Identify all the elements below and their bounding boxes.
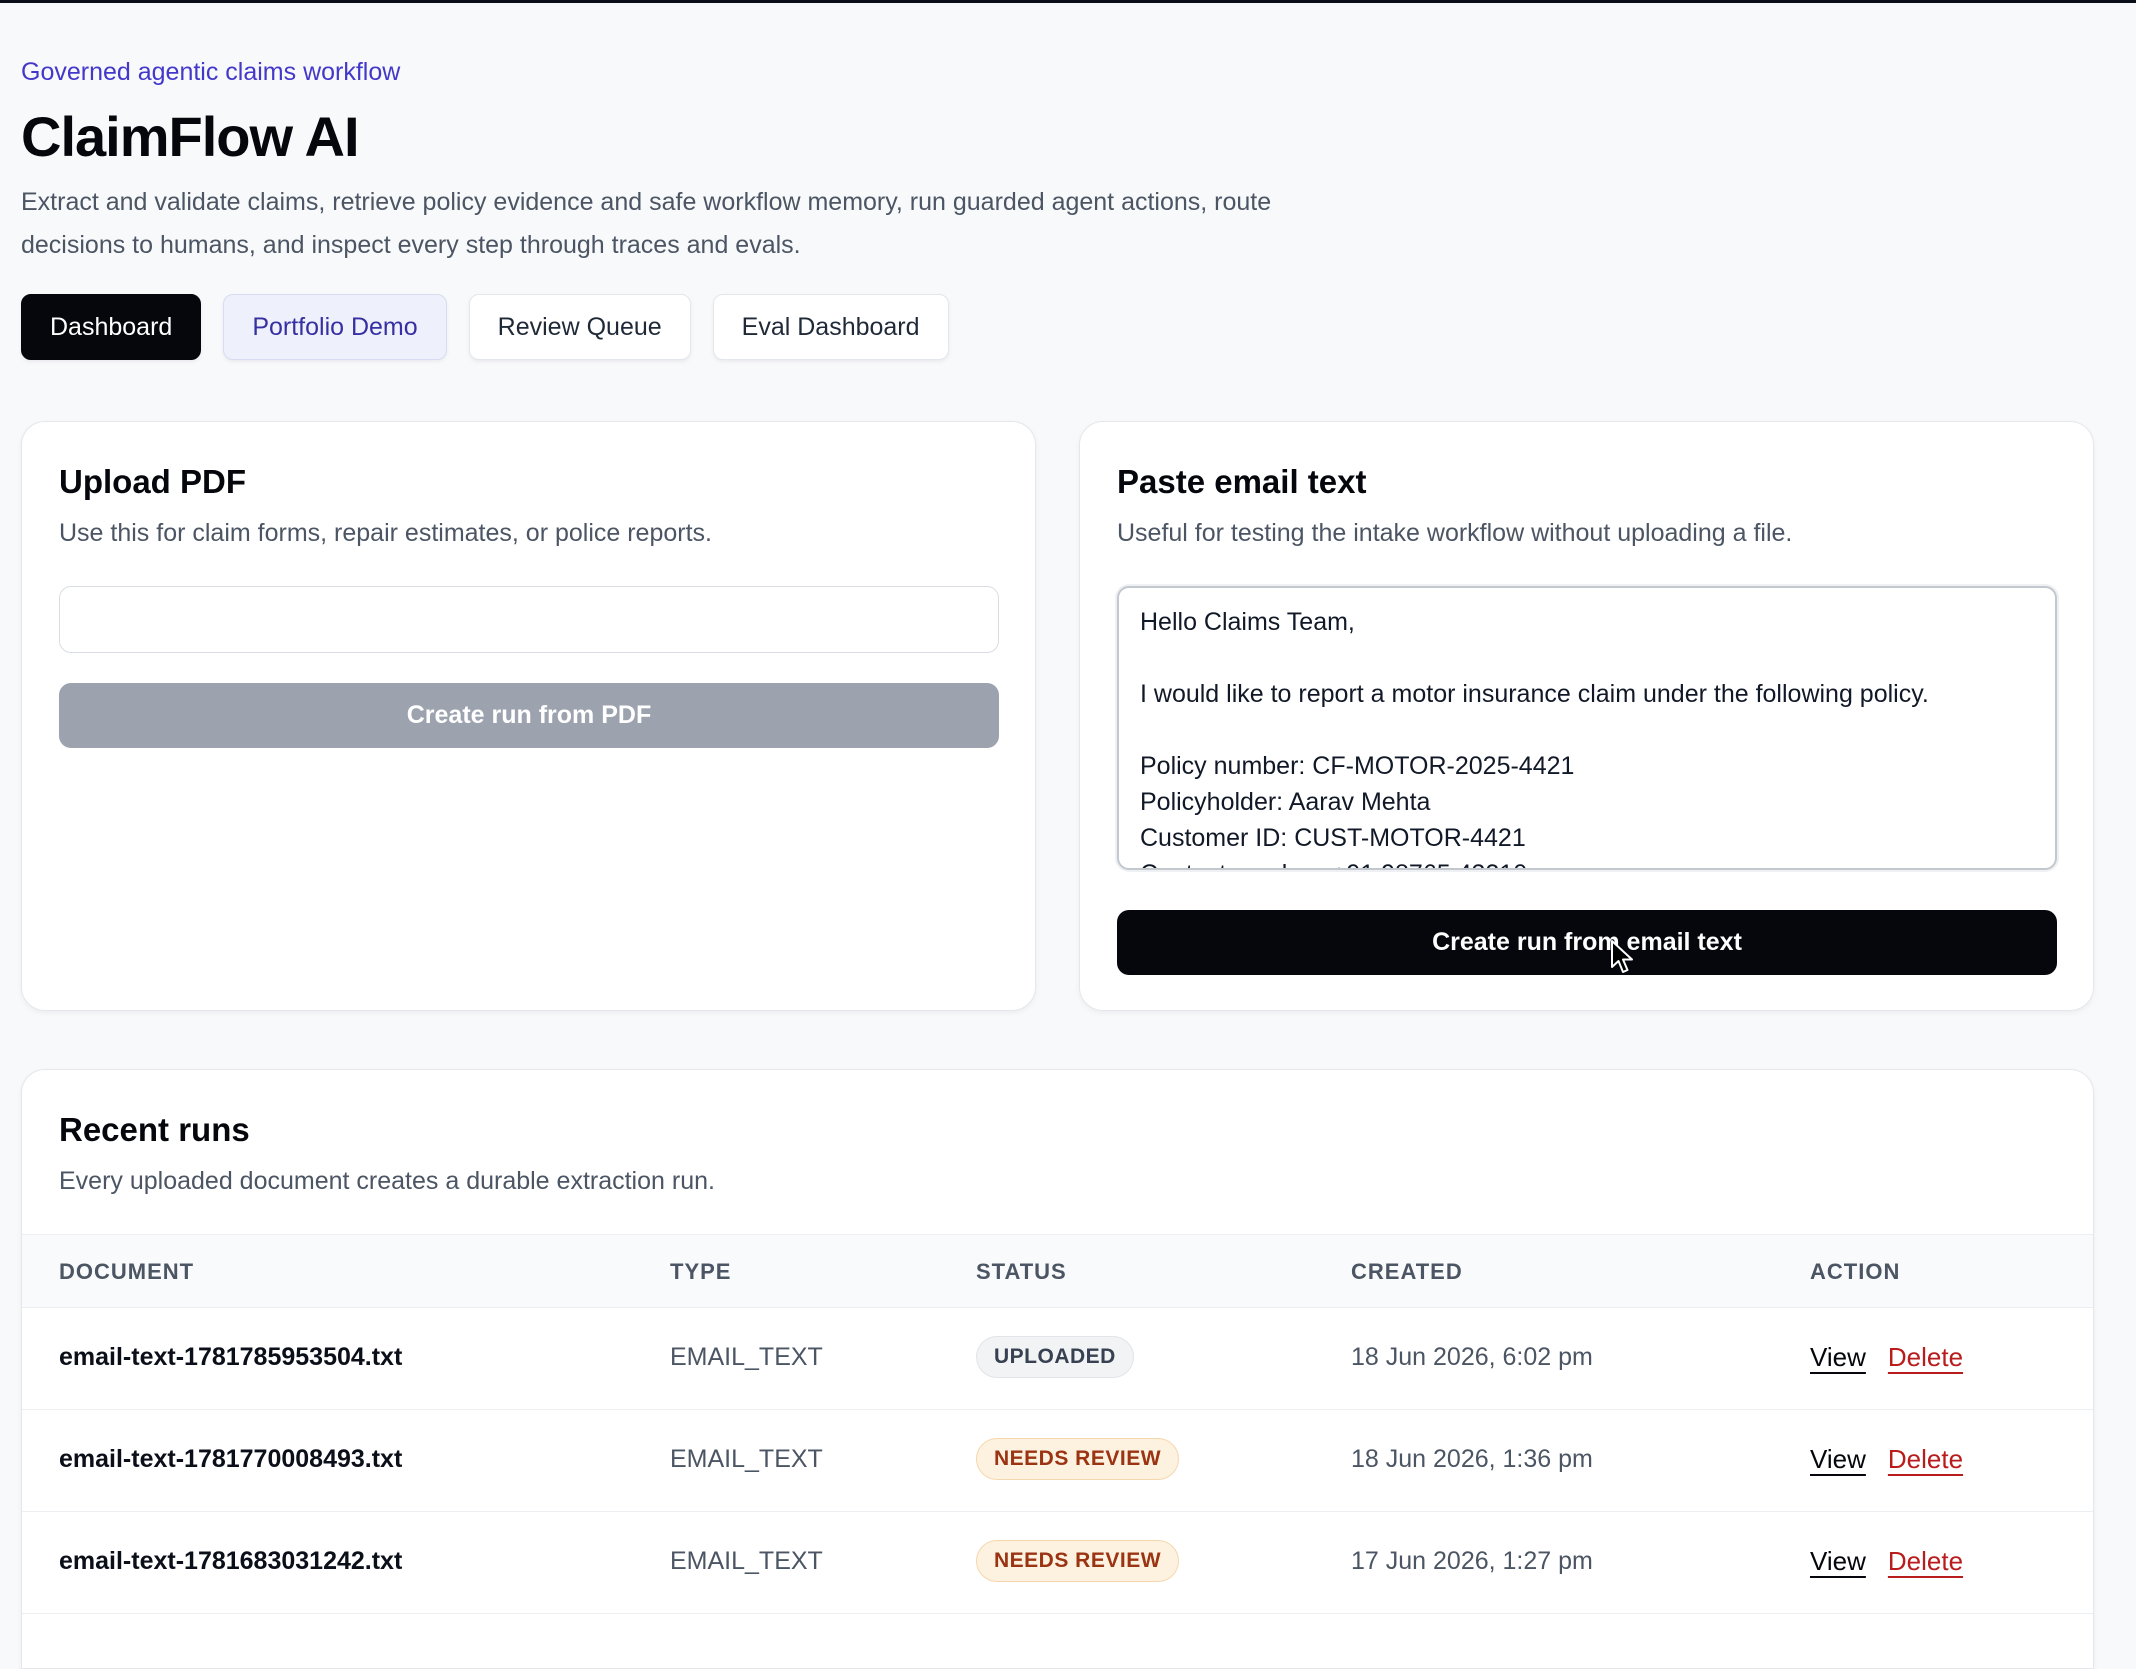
status-badge: UPLOADED [976, 1336, 1134, 1378]
create-run-from-pdf-button[interactable]: Create run from PDF [59, 683, 999, 748]
table-header: DOCUMENT TYPE STATUS CREATED ACTION [22, 1234, 2093, 1308]
column-header-type: TYPE [670, 1259, 732, 1284]
eyebrow-label: Governed agentic claims workflow [21, 58, 401, 86]
paste-email-subtitle: Useful for testing the intake workflow w… [1117, 519, 1793, 547]
pdf-file-input[interactable] [59, 586, 999, 653]
table-row: email-text-1781785953504.txt EMAIL_TEXT … [22, 1307, 2093, 1410]
view-link[interactable]: View [1810, 1444, 1866, 1475]
mouse-pointer-icon [1611, 940, 1633, 973]
tab-portfolio-demo[interactable]: Portfolio Demo [223, 294, 447, 360]
status-cell: NEEDS REVIEW [976, 1409, 1180, 1509]
delete-link[interactable]: Delete [1888, 1444, 1963, 1475]
status-cell: NEEDS REVIEW [976, 1511, 1180, 1611]
table-row: email-text-1781770008493.txt EMAIL_TEXT … [22, 1409, 2093, 1512]
main-nav: Dashboard Portfolio Demo Review Queue Ev… [21, 294, 949, 360]
column-header-document: DOCUMENT [59, 1259, 195, 1284]
created-date: 18 Jun 2026, 6:02 pm [1351, 1342, 1593, 1371]
delete-link[interactable]: Delete [1888, 1342, 1963, 1373]
document-name: email-text-1781785953504.txt [59, 1342, 403, 1371]
document-name: email-text-1781770008493.txt [59, 1444, 403, 1473]
upload-pdf-card: Upload PDF Use this for claim forms, rep… [21, 421, 1036, 1011]
row-actions: View Delete [1810, 1307, 1985, 1407]
email-textarea[interactable]: Hello Claims Team, I would like to repor… [1117, 586, 2057, 870]
recent-runs-subtitle: Every uploaded document creates a durabl… [59, 1167, 715, 1195]
app-description: Extract and validate claims, retrieve po… [21, 188, 1272, 259]
row-actions: View Delete [1810, 1511, 1985, 1611]
status-badge: NEEDS REVIEW [976, 1438, 1180, 1480]
column-header-created: CREATED [1351, 1259, 1463, 1284]
document-type: EMAIL_TEXT [670, 1444, 823, 1473]
recent-runs-card: Recent runs Every uploaded document crea… [21, 1069, 2094, 1669]
recent-runs-title: Recent runs [59, 1111, 250, 1148]
document-type: EMAIL_TEXT [670, 1546, 823, 1575]
paste-email-title: Paste email text [1117, 463, 1367, 500]
app-title: ClaimFlow AI [21, 105, 360, 168]
row-actions: View Delete [1810, 1409, 1985, 1509]
view-link[interactable]: View [1810, 1546, 1866, 1577]
create-run-from-email-button[interactable]: Create run from email text [1117, 910, 2057, 975]
delete-link[interactable]: Delete [1888, 1546, 1963, 1577]
created-date: 18 Jun 2026, 1:36 pm [1351, 1444, 1593, 1473]
upload-pdf-title: Upload PDF [59, 463, 246, 500]
document-type: EMAIL_TEXT [670, 1342, 823, 1371]
status-badge: NEEDS REVIEW [976, 1540, 1180, 1582]
column-header-action: ACTION [1810, 1259, 1901, 1284]
status-cell: UPLOADED [976, 1307, 1134, 1407]
tab-review-queue[interactable]: Review Queue [468, 294, 691, 360]
upload-pdf-subtitle: Use this for claim forms, repair estimat… [59, 519, 712, 547]
paste-email-card: Paste email text Useful for testing the … [1079, 421, 2094, 1011]
tab-eval-dashboard[interactable]: Eval Dashboard [712, 294, 949, 360]
created-date: 17 Jun 2026, 1:27 pm [1351, 1546, 1593, 1575]
table-row: email-text-1781683031242.txt EMAIL_TEXT … [22, 1511, 2093, 1614]
view-link[interactable]: View [1810, 1342, 1866, 1373]
document-name: email-text-1781683031242.txt [59, 1546, 403, 1575]
tab-dashboard[interactable]: Dashboard [21, 294, 202, 360]
column-header-status: STATUS [976, 1259, 1067, 1284]
